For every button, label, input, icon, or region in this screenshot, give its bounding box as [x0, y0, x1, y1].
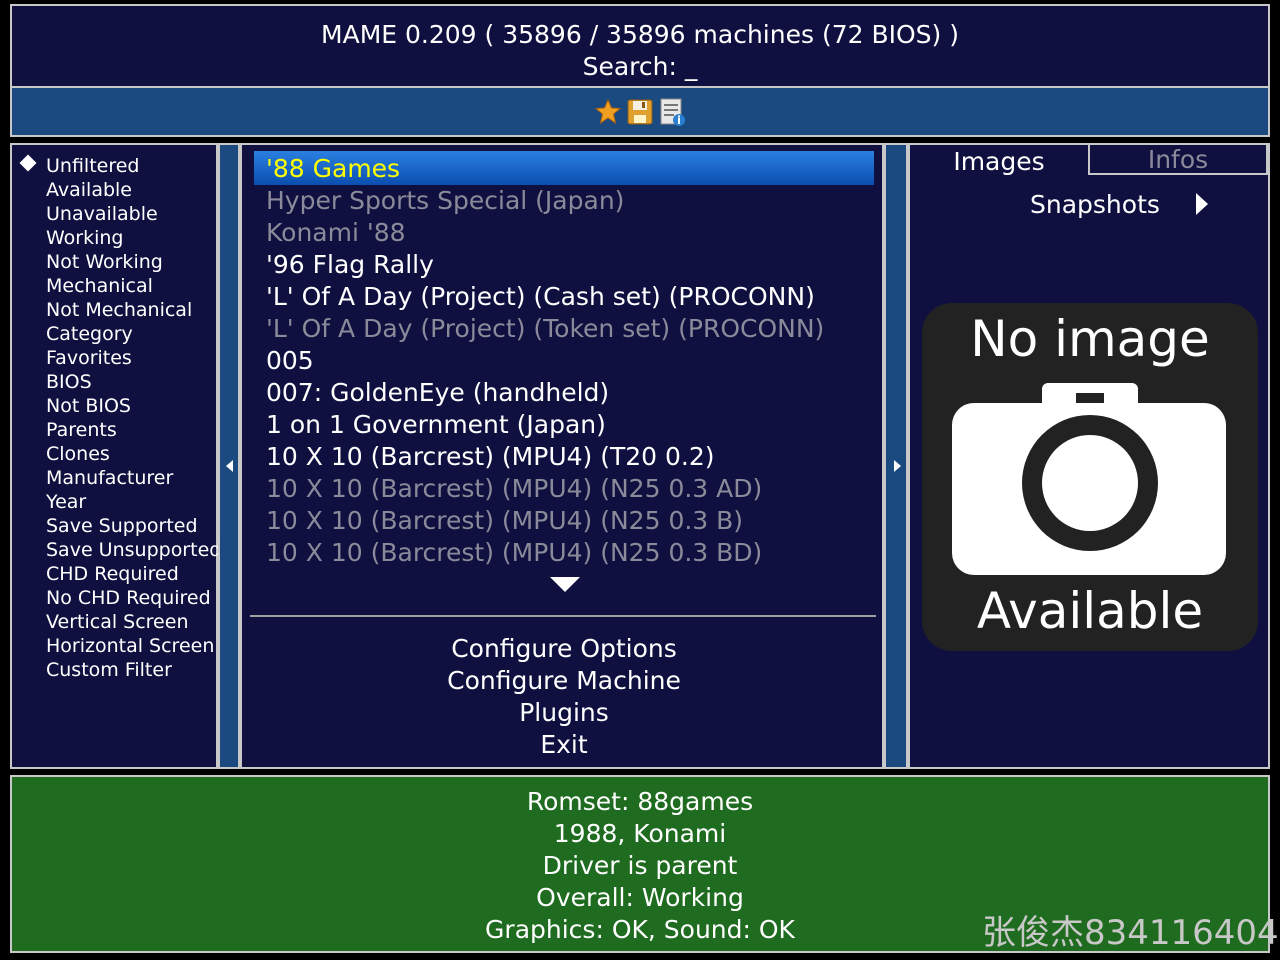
game-list-item[interactable]: 1 on 1 Government (Japan): [266, 409, 606, 441]
header: MAME 0.209 ( 35896 / 35896 machines (72 …: [10, 4, 1270, 88]
filter-item[interactable]: Year: [46, 490, 86, 514]
side-panel: Images Infos Snapshots No image Availabl…: [908, 143, 1270, 769]
info-overall: Overall: Working: [536, 883, 744, 912]
game-list-item[interactable]: 10 X 10 (Barcrest) (MPU4) (N25 0.3 B): [266, 505, 743, 537]
filter-item[interactable]: Available: [46, 178, 132, 202]
collapse-right-panel-button[interactable]: [884, 143, 908, 769]
tab-images[interactable]: Images: [910, 145, 1088, 179]
toolbar: [10, 88, 1270, 137]
placeholder-top-text: No image: [970, 310, 1210, 368]
filter-item[interactable]: No CHD Required: [46, 586, 211, 610]
filter-item[interactable]: Unavailable: [46, 202, 158, 226]
filter-item[interactable]: Vertical Screen: [46, 610, 188, 634]
filter-item[interactable]: Mechanical: [46, 274, 153, 298]
game-list-item[interactable]: Hyper Sports Special (Japan): [266, 185, 624, 217]
image-type-selector[interactable]: Snapshots: [1030, 189, 1160, 221]
game-list-item[interactable]: 10 X 10 (Barcrest) (MPU4) (N25 0.3 AD): [266, 473, 762, 505]
filter-item[interactable]: Not Working: [46, 250, 163, 274]
filter-item[interactable]: Working: [46, 226, 124, 250]
collapse-left-panel-button[interactable]: [218, 143, 240, 769]
divider: [250, 615, 876, 617]
game-list: '88 Games Hyper Sports Special (Japan) K…: [240, 143, 884, 769]
scroll-down-icon[interactable]: [550, 577, 580, 592]
filter-item[interactable]: Save Unsupported: [46, 538, 221, 562]
menu-configure-machine[interactable]: Configure Machine: [242, 665, 886, 697]
filter-item[interactable]: CHD Required: [46, 562, 179, 586]
filter-item[interactable]: Not BIOS: [46, 394, 131, 418]
game-list-item[interactable]: 007: GoldenEye (handheld): [266, 377, 609, 409]
camera-icon: [952, 383, 1226, 575]
document-info-icon[interactable]: [657, 97, 687, 127]
filter-item[interactable]: Save Supported: [46, 514, 198, 538]
arrow-right-icon: [894, 460, 901, 472]
info-driver: Driver is parent: [542, 851, 738, 880]
save-icon[interactable]: [625, 97, 655, 127]
game-list-item[interactable]: 'L' Of A Day (Project) (Cash set) (PROCO…: [266, 281, 815, 313]
game-list-item[interactable]: '96 Flag Rally: [266, 249, 434, 281]
filter-item[interactable]: Unfiltered: [46, 154, 139, 178]
menu-exit[interactable]: Exit: [242, 729, 886, 761]
filter-item[interactable]: Favorites: [46, 346, 132, 370]
filter-item[interactable]: Custom Filter: [46, 658, 172, 682]
game-list-item[interactable]: Konami '88: [266, 217, 406, 249]
game-list-item[interactable]: 10 X 10 (Barcrest) (MPU4) (N25 0.3 BD): [266, 537, 762, 569]
game-list-item[interactable]: '88 Games: [266, 153, 400, 185]
filter-item[interactable]: Category: [46, 322, 133, 346]
selected-filter-diamond-icon: [19, 154, 37, 172]
filter-item[interactable]: Parents: [46, 418, 117, 442]
watermark-text: 张俊杰834116404: [982, 913, 1279, 953]
search-field[interactable]: Search: _: [12, 51, 1268, 83]
filter-item[interactable]: Clones: [46, 442, 110, 466]
filter-item[interactable]: Manufacturer: [46, 466, 173, 490]
no-image-placeholder: No image Available: [922, 303, 1258, 651]
menu-configure-options[interactable]: Configure Options: [242, 633, 886, 665]
filter-list: Unfiltered Available Unavailable Working…: [10, 143, 221, 769]
game-list-item[interactable]: 'L' Of A Day (Project) (Token set) (PROC…: [266, 313, 824, 345]
info-year-manufacturer: 1988, Konami: [553, 819, 727, 848]
next-image-type-icon[interactable]: [1196, 193, 1208, 215]
game-list-item[interactable]: 10 X 10 (Barcrest) (MPU4) (T20 0.2): [266, 441, 715, 473]
filter-item[interactable]: BIOS: [46, 370, 92, 394]
tab-infos[interactable]: Infos: [1088, 145, 1268, 175]
game-list-item[interactable]: 005: [266, 345, 314, 377]
placeholder-bottom-text: Available: [976, 582, 1204, 640]
star-icon[interactable]: [593, 97, 623, 127]
app-title: MAME 0.209 ( 35896 / 35896 machines (72 …: [321, 20, 959, 49]
arrow-left-icon: [226, 460, 233, 472]
menu-plugins[interactable]: Plugins: [242, 697, 886, 729]
filter-item[interactable]: Horizontal Screen: [46, 634, 214, 658]
info-romset: Romset: 88games: [526, 787, 754, 816]
filter-item[interactable]: Not Mechanical: [46, 298, 192, 322]
